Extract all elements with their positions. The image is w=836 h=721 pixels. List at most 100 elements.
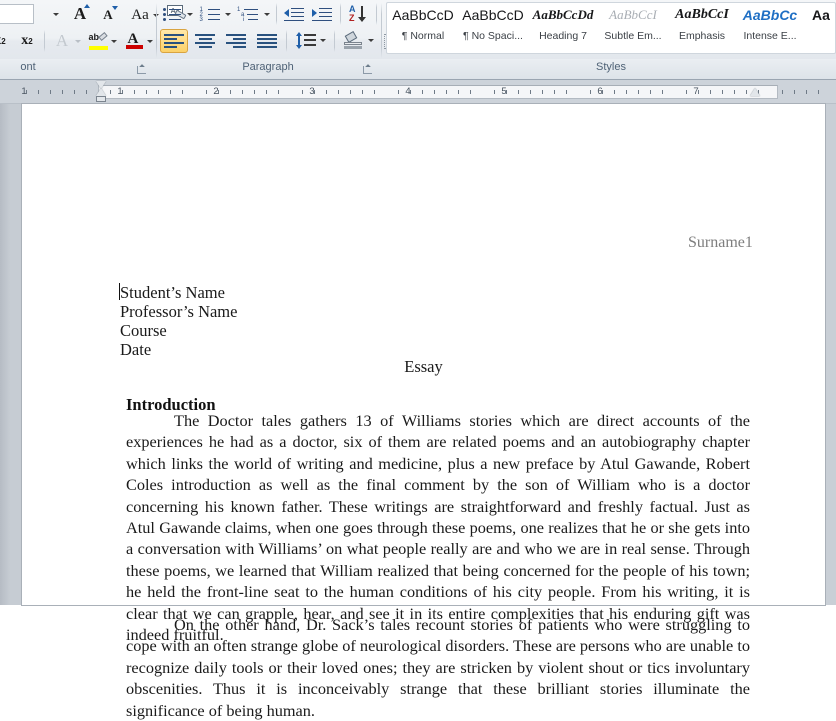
ribbon: A A Aa Aa x2 — [0, 0, 836, 80]
grow-font-button[interactable]: A — [68, 3, 92, 25]
align-right-icon — [226, 34, 246, 48]
ruler-tick — [86, 90, 87, 94]
heading-line-student-name: Student’s Name — [120, 283, 225, 302]
paragraph-group: 1 2 3 1 a i A Z — [160, 0, 414, 59]
ruler-tick — [722, 90, 723, 94]
multilevel-list-button[interactable]: 1 a i — [236, 4, 262, 24]
document-area[interactable]: Surname1 Student’s Name Professor’s Name… — [0, 104, 836, 720]
justify-button[interactable] — [253, 29, 281, 53]
ruler-number: 4 — [405, 86, 411, 97]
numbering-button[interactable]: 1 2 3 — [198, 4, 222, 24]
bullets-icon — [162, 7, 182, 22]
align-right-button[interactable] — [222, 29, 250, 53]
ruler-tick — [398, 90, 399, 94]
ruler-tick — [362, 90, 363, 94]
ruler-tick — [818, 90, 819, 94]
line-spacing-icon — [294, 32, 316, 49]
ruler-tick — [650, 90, 651, 94]
group-divider-paragraph-styles — [381, 3, 382, 58]
style-preview: AaBbCcI — [609, 7, 657, 22]
ruler-tick — [806, 90, 807, 94]
paragraph-1: The Doctor tales gathers 13 of Williams … — [126, 411, 750, 645]
paragraph-dialog-launcher[interactable] — [362, 64, 373, 75]
ruler-tick — [62, 90, 63, 94]
style-item-subtle-em[interactable]: AaBbCcI Subtle Em... — [598, 3, 668, 51]
increase-indent-button[interactable] — [310, 4, 334, 24]
text-highlight-dropdown-icon[interactable] — [110, 37, 118, 45]
style-preview: Aa — [812, 7, 830, 23]
ruler-tick — [494, 90, 495, 94]
ruler-track[interactable]: 1 1 2 3 4 5 6 7 — [21, 85, 825, 99]
multilevel-list-dropdown-icon[interactable] — [262, 10, 271, 19]
line-spacing-button[interactable] — [292, 29, 318, 53]
style-preview: AaBbCcDd — [532, 7, 594, 22]
ruler-tick — [254, 90, 255, 94]
grow-arrow-icon — [84, 4, 90, 8]
left-indent-marker[interactable] — [96, 96, 106, 102]
style-label: ¶ Normal — [401, 30, 445, 42]
ruler-tick — [374, 90, 375, 94]
style-preview: AaBbCc — [742, 7, 798, 23]
divider — [44, 30, 45, 52]
numbering-dropdown-icon[interactable] — [223, 10, 232, 19]
style-item-more[interactable]: Aa — [804, 3, 836, 51]
ruler-tick — [794, 90, 795, 94]
font-color-button[interactable]: A — [122, 30, 146, 52]
align-center-button[interactable] — [191, 29, 219, 53]
ruler-tick — [50, 90, 51, 94]
ruler-tick — [74, 90, 75, 94]
ruler-tick — [530, 90, 531, 94]
ruler-number: 3 — [309, 86, 315, 97]
text-highlight-button[interactable]: ab — [86, 30, 110, 52]
style-label: Intense E... — [743, 30, 797, 42]
font-dialog-launcher[interactable] — [136, 64, 147, 75]
ruler-text-area — [98, 85, 778, 99]
ruler-number: 1 — [21, 86, 27, 97]
ruler-tick — [170, 90, 171, 94]
style-label: Emphasis — [678, 30, 726, 42]
numbering-icon: 1 2 3 — [200, 7, 220, 23]
style-item-no-spaci[interactable]: AaBbCcD ¶ No Spaci... — [458, 3, 528, 51]
style-label: Subtle Em... — [604, 30, 662, 42]
hanging-indent-marker[interactable] — [96, 88, 107, 96]
change-case-button[interactable]: Aa — [125, 4, 155, 26]
ruler-tick — [326, 90, 327, 94]
decrease-indent-button[interactable] — [282, 4, 306, 24]
line-spacing-dropdown-icon[interactable] — [318, 36, 327, 45]
style-label: ¶ No Spaci... — [463, 30, 523, 42]
ruler-tick — [782, 90, 783, 94]
shading-dropdown-icon[interactable] — [366, 36, 375, 45]
align-left-button[interactable] — [160, 29, 188, 53]
text-effects-button[interactable]: A — [50, 30, 74, 52]
style-item-heading-7[interactable]: AaBbCcDd Heading 7 — [528, 3, 598, 51]
shading-button[interactable] — [340, 29, 366, 53]
heading-line-professor-name: Professor’s Name — [120, 302, 238, 321]
ruler-tick — [422, 90, 423, 94]
ruler-tick — [38, 90, 39, 94]
bullets-dropdown-icon[interactable] — [185, 10, 194, 19]
sort-button[interactable]: A Z — [346, 3, 372, 25]
font-size-dropdown-icon[interactable] — [52, 10, 60, 18]
ruler-tick — [626, 90, 627, 94]
style-item-emphasis[interactable]: AaBbCcI Emphasis — [668, 3, 736, 51]
ruler-tick — [734, 90, 735, 94]
superscript-button[interactable]: x2 — [15, 30, 39, 52]
ruler[interactable]: 1 1 2 3 4 5 6 7 — [0, 80, 836, 104]
bullets-button[interactable] — [160, 4, 184, 24]
ruler-number: 5 — [501, 86, 507, 97]
ruler-tick — [182, 90, 183, 94]
ruler-tick — [338, 90, 339, 94]
ribbon-groups: A A Aa Aa x2 — [0, 0, 836, 59]
page-header[interactable]: Surname1 — [688, 234, 753, 252]
style-item-intense-e[interactable]: AaBbCc Intense E... — [736, 3, 804, 51]
document-page[interactable]: Surname1 Student’s Name Professor’s Name… — [22, 104, 825, 720]
font-color-dropdown-icon[interactable] — [146, 37, 154, 45]
decrease-indent-icon — [284, 7, 304, 22]
ruler-tick — [266, 90, 267, 94]
shrink-font-button[interactable]: A — [96, 4, 120, 26]
style-item-normal[interactable]: AaBbCcD ¶ Normal — [388, 3, 458, 51]
font-size-combo[interactable] — [0, 4, 34, 24]
text-effects-dropdown-icon[interactable] — [74, 37, 82, 45]
subscript-button[interactable]: x2 — [0, 30, 12, 52]
right-indent-marker[interactable] — [750, 88, 761, 96]
